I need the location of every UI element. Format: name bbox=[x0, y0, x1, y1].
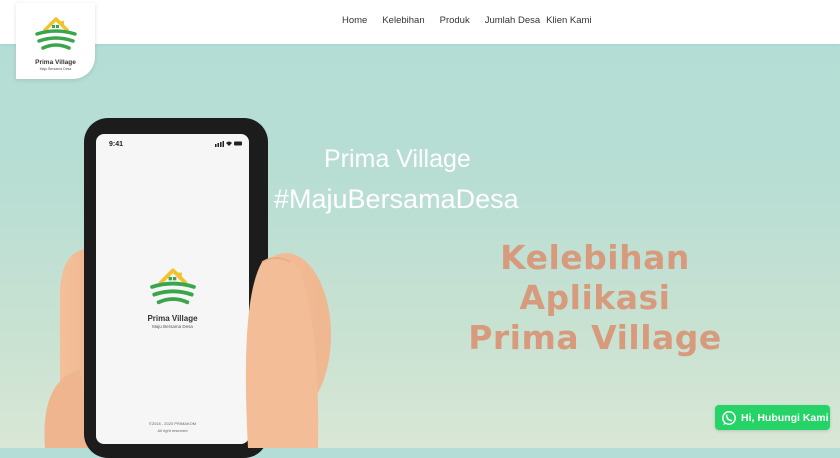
prima-village-logo-icon bbox=[35, 17, 77, 50]
logo[interactable]: Prima Village Maju Bersama Desa bbox=[16, 3, 95, 79]
logo-tagline: Maju Bersama Desa bbox=[39, 67, 72, 71]
whatsapp-button-label: Hi, Hubungi Kami bbox=[741, 411, 829, 424]
whatsapp-contact-button[interactable]: Hi, Hubungi Kami bbox=[715, 405, 830, 430]
logo-name: Prima Village bbox=[35, 59, 76, 66]
thumb-illustration bbox=[245, 256, 319, 448]
whatsapp-icon bbox=[721, 410, 737, 426]
